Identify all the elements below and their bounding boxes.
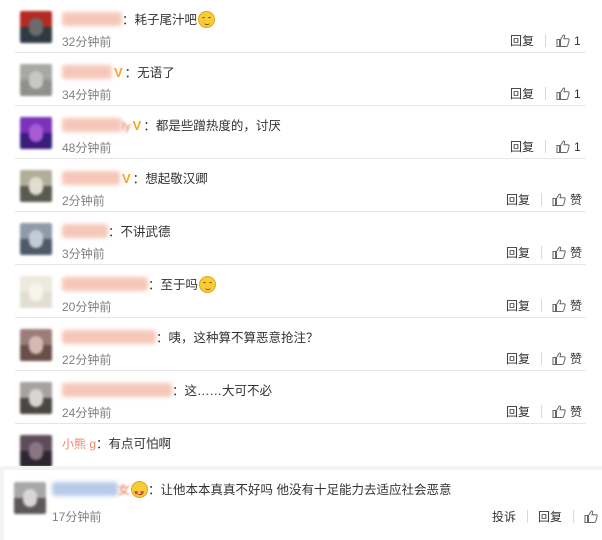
reply-button[interactable]: 回复 — [506, 350, 530, 367]
username[interactable] — [62, 277, 148, 291]
thumbs-up-icon[interactable] — [556, 87, 570, 100]
vip-badge-icon: V — [132, 118, 142, 133]
report-button[interactable]: 投诉 — [492, 508, 516, 525]
avatar[interactable] — [20, 276, 52, 308]
like-label[interactable]: 赞 — [570, 350, 582, 367]
comment-item: ly V ：都是些蹭热度的，讨厌 48分钟前 回复 1 — [0, 106, 602, 159]
like-count[interactable]: 1 — [574, 140, 582, 154]
thumbs-up-icon[interactable] — [552, 352, 566, 365]
comment-item: ：至于吗 20分钟前 回复赞 — [0, 265, 602, 318]
username[interactable] — [62, 383, 172, 397]
thumbs-up-icon[interactable] — [552, 299, 566, 312]
avatar[interactable] — [20, 117, 52, 149]
avatar[interactable] — [20, 170, 52, 202]
reply-button[interactable]: 回复 — [506, 297, 530, 314]
avatar[interactable] — [20, 11, 52, 43]
comment-text: 无语了 — [137, 66, 175, 80]
comment-text: 想起敬汉卿 — [145, 172, 208, 186]
highlighted-comment: 女：让他本本真真不好吗 他没有十足能力去适应社会恶意 17分钟前 投诉回复 — [4, 470, 602, 540]
comment-text: 不讲武德 — [120, 225, 171, 239]
emoji-icon — [131, 481, 149, 504]
username[interactable] — [62, 171, 120, 185]
reply-button[interactable]: 回复 — [538, 508, 562, 525]
username[interactable] — [62, 224, 108, 238]
comment-time: 3分钟前 — [62, 247, 105, 261]
username[interactable] — [62, 330, 156, 344]
username[interactable] — [62, 118, 122, 132]
reply-button[interactable]: 回复 — [510, 85, 534, 102]
reply-button[interactable]: 回复 — [506, 244, 530, 261]
comment-item: ：不讲武德 3分钟前 回复赞 — [0, 212, 602, 265]
comment-item: V ：想起敬汉卿 2分钟前 回复赞 — [0, 159, 602, 212]
comment-item: ：咦，这种算不算恶意抢注？ 22分钟前 回复赞 — [0, 318, 602, 371]
thumbs-up-icon[interactable] — [552, 246, 566, 259]
thumbs-up-icon[interactable] — [556, 34, 570, 47]
comment-text: 有点可怕啊 — [108, 437, 172, 451]
like-count[interactable]: 1 — [574, 34, 582, 48]
vip-badge-icon: V — [122, 171, 131, 186]
like-label[interactable]: 赞 — [570, 297, 582, 314]
comment-item: ：这……大可不必 24分钟前 回复赞 — [0, 371, 602, 424]
username-suffix[interactable]: ly — [122, 119, 131, 133]
username[interactable] — [62, 65, 112, 79]
comment-time: 34分钟前 — [62, 88, 112, 102]
comment-text: 至于吗 — [160, 278, 199, 292]
comment-text: 让他本本真真不好吗 他没有十足能力去适应社会恶意 — [160, 483, 452, 497]
comment-time: 24分钟前 — [62, 406, 112, 420]
comment-item: 小熊 g：有点可怕啊 — [0, 424, 602, 466]
emoji-icon — [198, 11, 216, 28]
comment-item: ：耗子尾汁吧 32分钟前 回复 1 — [0, 0, 602, 53]
comment-list: ：耗子尾汁吧 32分钟前 回复 1 V ：无语了 34分钟前 回复 1 ly V ：都是些… — [0, 0, 602, 466]
username-suffix[interactable]: 女 — [118, 483, 130, 497]
reply-button[interactable]: 回复 — [506, 191, 530, 208]
comment-text: 咦，这种算不算恶意抢注？ — [168, 331, 319, 345]
vip-badge-icon: V — [114, 65, 123, 80]
like-label[interactable]: 赞 — [570, 191, 582, 208]
comment-time: 20分钟前 — [62, 300, 112, 314]
like-label[interactable]: 赞 — [570, 244, 582, 261]
comment-time: 2分钟前 — [62, 194, 105, 208]
emoji-icon — [199, 276, 217, 293]
username[interactable]: 小熊 g — [62, 437, 96, 451]
avatar[interactable] — [20, 64, 52, 96]
avatar[interactable] — [20, 435, 52, 466]
thumbs-up-icon[interactable] — [556, 140, 570, 153]
reply-button[interactable]: 回复 — [510, 138, 534, 155]
username[interactable] — [52, 482, 118, 496]
thumbs-up-icon[interactable] — [584, 510, 598, 523]
username[interactable] — [62, 12, 122, 26]
like-count[interactable]: 1 — [574, 87, 582, 101]
reply-button[interactable]: 回复 — [510, 32, 534, 49]
comment-time: 32分钟前 — [62, 35, 112, 49]
comment-time: 48分钟前 — [62, 141, 112, 155]
thumbs-up-icon[interactable] — [552, 193, 566, 206]
comment-item: V ：无语了 34分钟前 回复 1 — [0, 53, 602, 106]
avatar[interactable] — [20, 329, 52, 361]
comment-text: 都是些蹭热度的，讨厌 — [155, 119, 281, 133]
comment-time: 17分钟前 — [52, 510, 102, 524]
comment-text: 耗子尾汁吧 — [134, 13, 198, 27]
comment-time: 22分钟前 — [62, 353, 112, 367]
reply-button[interactable]: 回复 — [506, 403, 530, 420]
avatar[interactable] — [14, 482, 46, 514]
like-label[interactable]: 赞 — [570, 403, 582, 420]
avatar[interactable] — [20, 223, 52, 255]
thumbs-up-icon[interactable] — [552, 405, 566, 418]
avatar[interactable] — [20, 382, 52, 414]
comment-text: 这……大可不必 — [184, 384, 273, 398]
